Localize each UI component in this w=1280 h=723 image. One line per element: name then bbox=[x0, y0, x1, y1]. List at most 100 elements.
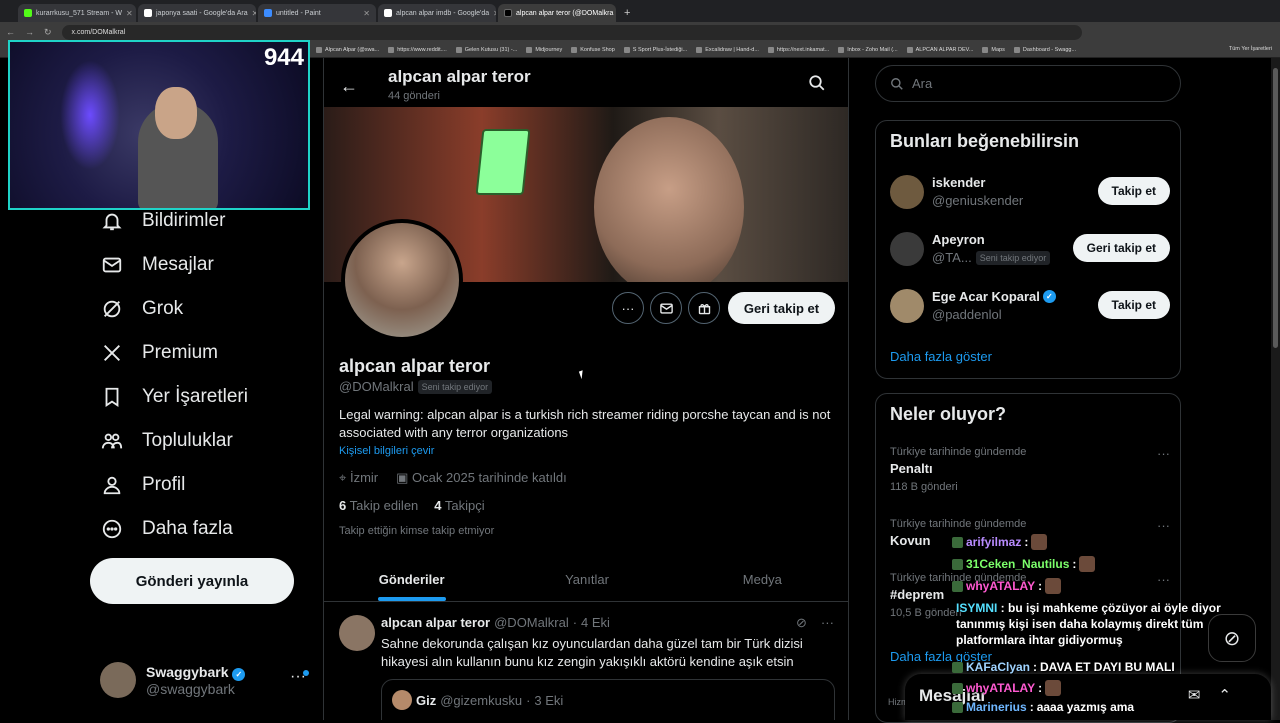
show-more-link[interactable]: Daha fazla göster bbox=[890, 349, 992, 364]
tweet-author-name[interactable]: alpcan alpar teror bbox=[381, 615, 490, 630]
bookmark-item[interactable]: Excalidraw | Hand-d... bbox=[696, 46, 759, 53]
nav-item-communities[interactable]: Topluluklar bbox=[100, 429, 233, 453]
bookmark-item[interactable]: https://www.reddit.... bbox=[388, 46, 447, 53]
tab-replies[interactable]: Yanıtlar bbox=[499, 558, 674, 601]
suggestion-row[interactable]: Ege Acar Koparal ✓ @paddenlol Takip et bbox=[890, 287, 1170, 327]
url-field[interactable]: x.com/DOMalkral bbox=[61, 24, 1082, 40]
gift-button[interactable] bbox=[688, 292, 720, 324]
search-icon[interactable] bbox=[808, 74, 826, 97]
trend-context: Türkiye tarihinde gündemde bbox=[890, 518, 1027, 530]
banner-logo bbox=[475, 129, 531, 195]
bookmark-favicon-icon bbox=[906, 46, 913, 53]
account-name: Swaggybark bbox=[146, 663, 229, 680]
suggestion-row[interactable]: Apeyron @TA... Seni takip ediyor Geri tak… bbox=[890, 230, 1170, 270]
avatar bbox=[890, 289, 924, 323]
more-icon[interactable]: ··· bbox=[1157, 518, 1170, 533]
scrollbar[interactable] bbox=[1271, 58, 1280, 720]
close-tab-icon[interactable]: ✕ bbox=[493, 9, 496, 18]
browser-tab[interactable]: untitled - Paint ✕ bbox=[258, 4, 376, 22]
bookmark-item[interactable]: https://next.inkamat... bbox=[767, 46, 829, 53]
bookmark-item[interactable]: Maps bbox=[982, 46, 1005, 53]
close-tab-icon[interactable]: ✕ bbox=[252, 9, 256, 18]
tweet-avatar[interactable] bbox=[339, 615, 375, 651]
new-message-icon[interactable]: ✉ bbox=[1188, 686, 1201, 704]
bookmark-item[interactable]: Midjourney bbox=[526, 46, 562, 53]
bookmark-item[interactable]: S Sport Plus-İstediği... bbox=[623, 46, 687, 53]
nav-item-grok[interactable]: Grok bbox=[100, 297, 183, 321]
bookmark-favicon-icon bbox=[1013, 46, 1020, 53]
close-tab-icon[interactable]: ✕ bbox=[363, 9, 370, 18]
grok-icon[interactable]: ⊘ bbox=[796, 615, 807, 631]
tweet[interactable]: alpcan alpar teror @DOMalkral · 4 Eki ⊘ … bbox=[324, 603, 848, 720]
message-button[interactable] bbox=[650, 292, 682, 324]
back-arrow-icon[interactable]: ← bbox=[340, 76, 358, 97]
trend-item[interactable]: Türkiye tarihinde gündemde Penaltı 118 B… bbox=[890, 446, 1170, 493]
bookmark-item[interactable]: Gelen Kutusu (31) -... bbox=[455, 46, 517, 53]
profile-avatar[interactable] bbox=[341, 219, 463, 341]
follow-button[interactable]: Takip et bbox=[1097, 177, 1170, 205]
more-options-button[interactable]: ··· bbox=[612, 292, 644, 324]
browser-tab[interactable]: alpcan alpar imdb - Google'da✕ bbox=[378, 4, 496, 22]
translate-bio-link[interactable]: Kişisel bilgileri çevir bbox=[339, 445, 434, 457]
followers-link[interactable]: 4 Takipçi bbox=[434, 498, 484, 513]
nav-item-profile[interactable]: Profil bbox=[100, 473, 185, 497]
reload-icon[interactable]: ↻ bbox=[44, 27, 52, 38]
bookmark-item[interactable]: ALPCAN ALPAR DEV... bbox=[906, 46, 973, 53]
scrollbar-thumb[interactable] bbox=[1273, 68, 1278, 348]
gift-icon bbox=[698, 303, 710, 314]
tweet-author-handle[interactable]: @DOMalkral bbox=[494, 615, 569, 630]
following-link[interactable]: 6 Takip edilen bbox=[339, 498, 418, 513]
follows-you-badge: Seni takip ediyor bbox=[417, 379, 493, 394]
follows-you-badge: Seni takip ediyor bbox=[975, 250, 1051, 265]
search-input[interactable]: Ara bbox=[875, 65, 1181, 102]
more-icon[interactable]: ··· bbox=[1157, 446, 1170, 461]
follow-back-button[interactable]: Geri takip et bbox=[1072, 234, 1170, 262]
chat-username: whyATALAY bbox=[966, 681, 1036, 695]
bookmark-item[interactable]: Konfuse Shop bbox=[571, 46, 615, 53]
browser-tab[interactable]: kurarrkusu_571 Stream - W ✕ bbox=[18, 4, 136, 22]
browser-tab[interactable]: japonya saati - Google'da Ara ✕ bbox=[138, 4, 256, 22]
new-tab-button[interactable]: + bbox=[618, 4, 636, 22]
suggestion-row[interactable]: iskender @geniuskender Takip et bbox=[890, 173, 1170, 213]
follow-back-button[interactable]: Geri takip et bbox=[728, 292, 835, 324]
kick-favicon-icon bbox=[24, 9, 32, 17]
suggestion-name: Apeyron bbox=[932, 232, 985, 247]
tweet-date[interactable]: 4 Eki bbox=[581, 615, 610, 630]
post-button[interactable]: Gönderi yayınla bbox=[90, 558, 294, 604]
forward-icon[interactable]: → bbox=[25, 27, 34, 37]
tab-media[interactable]: Medya bbox=[675, 558, 848, 601]
chat-username: arifyilmaz bbox=[966, 535, 1022, 549]
more-icon[interactable]: ··· bbox=[821, 615, 834, 631]
chat-separator: : bbox=[1029, 700, 1034, 714]
nav-item-messages[interactable]: Mesajlar bbox=[100, 253, 214, 277]
nav-item-bookmarks[interactable]: Yer İşaretleri bbox=[100, 385, 248, 409]
chat-message: ISYMNI : bu işi mahkeme çözüyor ai öyle … bbox=[956, 600, 1266, 648]
chat-message: KAFaClyan : DAVA ET DAYI BU MALI bbox=[952, 660, 1175, 674]
expand-up-icon[interactable]: ⌃ bbox=[1218, 686, 1231, 704]
nav-item-more[interactable]: Daha fazla bbox=[100, 517, 233, 541]
bookmark-favicon-icon bbox=[526, 46, 533, 53]
nav-item-notifications[interactable]: Bildirimler bbox=[100, 209, 225, 233]
profile-bio: Legal warning: alpcan alpar is a turkish… bbox=[339, 407, 831, 440]
account-switcher[interactable]: Swaggybark ✓ @swaggybark bbox=[100, 662, 246, 698]
more-icon[interactable]: ··· bbox=[1157, 572, 1170, 587]
bookmark-item[interactable]: Inbox - Zoho Mail (... bbox=[838, 46, 898, 53]
follow-button[interactable]: Takip et bbox=[1097, 291, 1170, 319]
browser-tab-active[interactable]: alpcan alpar teror (@DOMalkra✕ bbox=[498, 4, 616, 22]
mail-icon bbox=[100, 253, 124, 277]
quoted-tweet[interactable]: Giz @gizemkusku · 3 Eki bbox=[381, 679, 835, 720]
suggestion-handle: @geniuskender bbox=[932, 193, 1024, 208]
chat-emote-icon bbox=[1045, 578, 1062, 594]
chat-separator: : bbox=[1033, 660, 1038, 674]
bookmark-item[interactable]: Dashboard - Swagg... bbox=[1013, 46, 1076, 53]
nav-item-premium[interactable]: Premium bbox=[100, 341, 218, 365]
tab-posts[interactable]: Gönderiler bbox=[324, 558, 499, 601]
verified-badge-icon: ✓ bbox=[232, 667, 246, 681]
browser-tab-strip: kurarrkusu_571 Stream - W ✕ japonya saati… bbox=[0, 0, 1280, 22]
close-tab-icon[interactable]: ✕ bbox=[126, 9, 133, 18]
bookmark-item[interactable]: Alpcan Alpar (@swa... bbox=[316, 46, 379, 53]
trend-topic: Penaltı bbox=[890, 461, 933, 476]
back-icon[interactable]: ← bbox=[6, 27, 15, 37]
chat-message: whyATALAY : bbox=[952, 578, 1062, 594]
all-bookmarks-folder[interactable]: Tüm Yer İşaretleri bbox=[1229, 46, 1272, 52]
